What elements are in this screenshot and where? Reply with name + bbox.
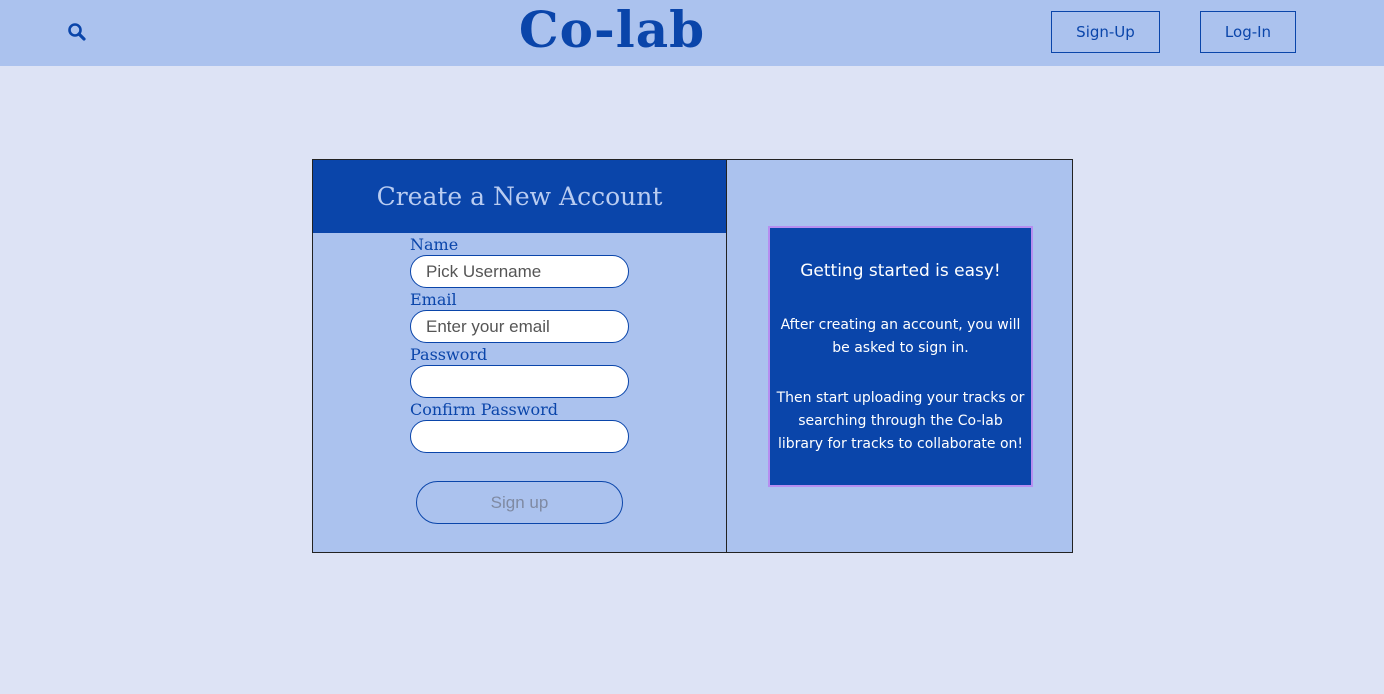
signup-submit-button[interactable]: Sign up (416, 481, 623, 524)
form-title: Create a New Account (376, 182, 663, 211)
password-input[interactable] (410, 365, 629, 398)
password-label: Password (410, 345, 488, 364)
form-title-bar: Create a New Account (313, 160, 726, 233)
confirm-password-label: Confirm Password (410, 400, 558, 419)
email-input[interactable] (410, 310, 629, 343)
email-label: Email (410, 290, 457, 309)
info-paragraph-2: Then start uploading your tracks or sear… (776, 390, 1025, 452)
info-paragraph-1: After creating an account, you will be a… (780, 317, 1021, 356)
login-nav-button[interactable]: Log-In (1200, 11, 1296, 53)
name-label: Name (410, 235, 459, 254)
name-input[interactable] (410, 255, 629, 288)
signup-nav-button[interactable]: Sign-Up (1051, 11, 1160, 53)
top-header: Co-lab Sign-Up Log-In (0, 0, 1384, 66)
confirm-password-input[interactable] (410, 420, 629, 453)
signup-form-panel: Create a New Account Name Email Password… (313, 160, 727, 552)
signup-card: Create a New Account Name Email Password… (312, 159, 1073, 553)
info-box: Getting started is easy! After creating … (768, 226, 1033, 487)
info-heading: Getting started is easy! (800, 261, 1001, 281)
site-logo[interactable]: Co-lab (512, 0, 712, 66)
search-icon[interactable] (66, 21, 88, 43)
